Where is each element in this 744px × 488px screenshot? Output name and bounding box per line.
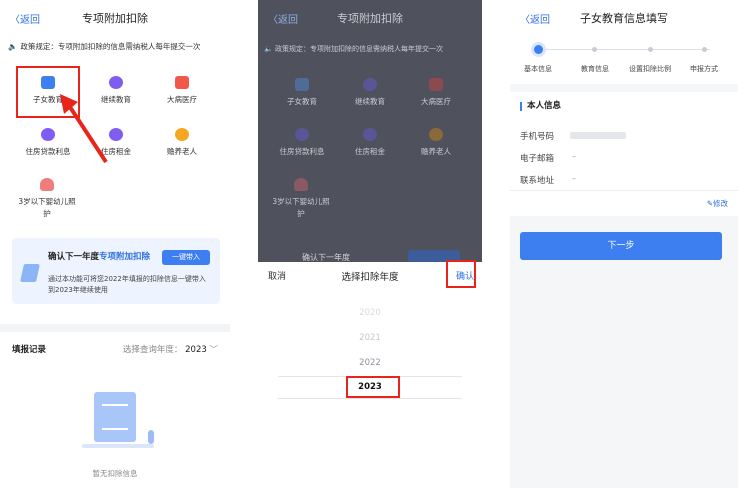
import-title-highlight: 专项附加扣除	[99, 252, 151, 262]
section-divider	[0, 324, 230, 332]
edit-label: 修改	[713, 199, 728, 208]
nav-bar: 〈返回 专项附加扣除	[0, 0, 230, 36]
next-step-button[interactable]: 下一步	[520, 232, 722, 260]
section-title: 本人信息	[520, 102, 561, 111]
year-picker-screen: 〈返回 专项附加扣除 🔈 政策规定：专项附加扣除的信息需纳税人每年提交一次 子女…	[258, 0, 482, 488]
step-dot	[702, 47, 707, 52]
import-card-desc: 通过本功能可将您2022年填报的扣除信息一键带入到2023年继续使用	[48, 275, 206, 294]
category-serious-illness[interactable]: 大病医疗	[152, 76, 212, 105]
category-housing-rent: 住房租金	[340, 128, 400, 157]
category-label: 大病医疗	[167, 95, 197, 104]
step-dot	[592, 47, 597, 52]
page-title: 专项附加扣除	[337, 12, 403, 25]
house-loan-icon	[41, 128, 55, 141]
pen-icon	[20, 264, 40, 282]
medical-kit-icon	[429, 78, 443, 91]
step-label: 教育信息	[581, 65, 609, 73]
nav-bar: 〈返回 子女教育信息填写	[510, 0, 738, 36]
category-label: 子女教育	[287, 97, 317, 106]
empty-document-icon	[94, 392, 136, 442]
highlight-box-confirm	[446, 260, 476, 288]
medical-kit-icon	[175, 76, 189, 89]
year-option[interactable]: 2020	[258, 308, 482, 318]
field-label-phone: 手机号码	[520, 132, 555, 142]
category-label: 大病医疗	[421, 97, 451, 106]
page-title: 子女教育信息填写	[580, 12, 668, 25]
field-label-address: 联系地址	[520, 176, 555, 186]
policy-notice: 🔈 政策规定：专项附加扣除的信息需纳税人每年提交一次	[264, 44, 443, 54]
divider	[510, 190, 738, 191]
year-selector-value: 2023	[185, 345, 207, 355]
nav-bar: 〈返回 专项附加扣除	[258, 0, 482, 36]
edit-button[interactable]: ✎修改	[707, 198, 728, 209]
graduation-cap-icon	[109, 76, 123, 89]
chevron-down-icon: ﹀	[209, 345, 218, 355]
policy-notice-text: 政策规定：专项附加扣除的信息需纳税人每年提交一次	[274, 45, 443, 53]
category-child-education: 子女教育	[272, 78, 332, 107]
import-card-title: 确认下一年度专项附加扣除	[48, 250, 150, 262]
speaker-icon: 🔈	[8, 42, 18, 51]
category-continuing-education: 继续教育	[340, 78, 400, 107]
year-selector[interactable]: 选择查询年度： 2023 ﹀	[123, 343, 218, 355]
year-option[interactable]: 2021	[258, 333, 482, 343]
category-label: 3岁以下婴幼儿照护	[272, 197, 330, 218]
empty-base-shadow	[82, 444, 154, 448]
step-label: 基本信息	[524, 65, 552, 73]
year-picker-sheet: 取消 选择扣除年度 确认 2020 2021 2022 2023	[258, 260, 482, 488]
phone-value-blurred	[570, 132, 626, 139]
elderly-icon	[429, 128, 443, 141]
category-elderly-support: 赡养老人	[406, 128, 466, 157]
speaker-icon: 🔈	[264, 45, 273, 53]
graduation-cap-icon	[363, 78, 377, 91]
child-education-icon	[295, 78, 309, 91]
field-label-email: 电子邮箱	[520, 154, 555, 164]
import-title-prefix: 确认下一年度	[48, 252, 100, 262]
category-infant-care[interactable]: 3岁以下婴幼儿照护	[16, 178, 78, 220]
category-label: 赡养老人	[421, 147, 451, 156]
house-loan-icon	[295, 128, 309, 141]
deduction-home-screen: 〈返回 专项附加扣除 🔈 政策规定：专项附加扣除的信息需纳税人每年提交一次 子女教…	[0, 0, 230, 488]
infant-icon	[294, 178, 308, 191]
import-card: 确认下一年度专项附加扣除 一键带入 通过本功能可将您2022年填报的扣除信息一键…	[12, 238, 220, 304]
highlight-box-year	[346, 376, 400, 398]
field-value-email: –	[572, 152, 576, 161]
category-serious-illness: 大病医疗	[406, 78, 466, 107]
category-elderly-support[interactable]: 赡养老人	[152, 128, 212, 157]
personal-info-card: 本人信息 手机号码 电子邮箱 – 联系地址 – ✎修改	[510, 92, 738, 216]
step-dot-active	[534, 45, 543, 54]
selection-line-bottom	[278, 398, 462, 399]
records-title: 填报记录	[12, 345, 47, 355]
category-housing-loan: 住房贷款利息	[272, 128, 332, 157]
category-label: 住房租金	[355, 147, 385, 156]
elderly-icon	[175, 128, 189, 141]
year-selector-label: 选择查询年度：	[122, 345, 183, 355]
step-label: 设置扣除比例	[629, 65, 671, 73]
policy-notice: 🔈 政策规定：专项附加扣除的信息需纳税人每年提交一次	[0, 38, 230, 56]
pointer-arrow-icon	[60, 94, 108, 164]
category-label: 继续教育	[355, 97, 385, 106]
import-button[interactable]: 一键带入	[162, 250, 210, 265]
child-education-form-screen: 〈返回 子女教育信息填写 基本信息 教育信息 设置扣除比例 申报方式 本人信息 …	[510, 0, 738, 488]
field-value-address: –	[572, 174, 576, 183]
category-label: 赡养老人	[167, 147, 197, 156]
empty-state-text: 暂无扣除信息	[92, 469, 138, 478]
category-infant-care: 3岁以下婴幼儿照护	[270, 178, 332, 220]
policy-notice-text: 政策规定：专项附加扣除的信息需纳税人每年提交一次	[20, 42, 201, 51]
dimmed-background[interactable]: 〈返回 专项附加扣除 🔈 政策规定：专项附加扣除的信息需纳税人每年提交一次 子女…	[258, 0, 482, 262]
page-title: 专项附加扣除	[82, 12, 148, 25]
plant-icon	[148, 430, 154, 444]
step-label: 申报方式	[690, 65, 718, 73]
step-indicator: 基本信息 教育信息 设置扣除比例 申报方式	[510, 36, 738, 84]
category-label: 住房贷款利息	[279, 147, 325, 156]
step-track	[540, 49, 710, 50]
step-dot	[648, 47, 653, 52]
category-label: 3岁以下婴幼儿照护	[18, 197, 76, 218]
infant-icon	[40, 178, 54, 191]
year-option[interactable]: 2022	[258, 358, 482, 368]
house-rent-icon	[363, 128, 377, 141]
